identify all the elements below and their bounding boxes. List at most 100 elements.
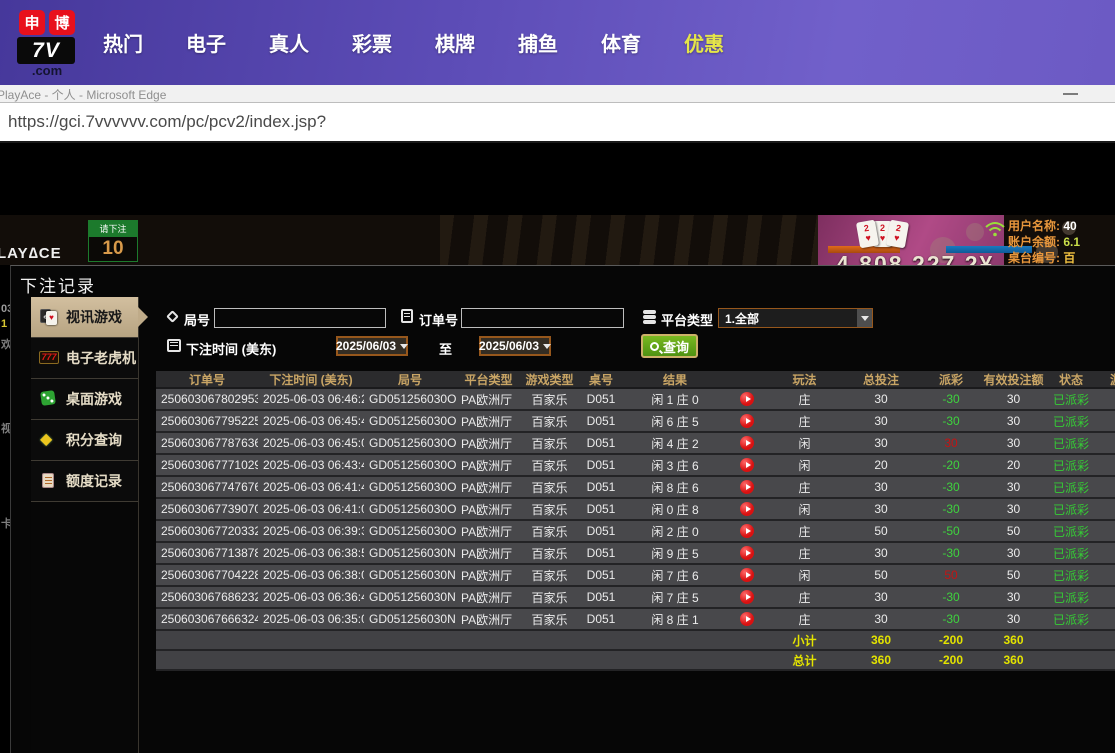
cell-table: D051: [578, 524, 624, 538]
sidebar-item-label: 桌面游戏: [66, 389, 122, 409]
cell-status: 已派彩: [1046, 501, 1096, 518]
url-bar[interactable]: https://gci.7vvvvvv.com/pc/pcv2/index.js…: [0, 103, 1115, 143]
play-video-button[interactable]: [740, 458, 754, 472]
cell-game: 百家乐: [521, 589, 578, 606]
round-input[interactable]: [214, 308, 386, 328]
column-header: 游: [1096, 371, 1115, 388]
cell-platform: PA欧洲厅: [456, 479, 521, 496]
sidebar-item-video-games[interactable]: ♠♥视讯游戏: [31, 297, 138, 338]
bets-table: 订单号下注时间 (美东)局号平台类型游戏类型桌号结果玩法总投注派彩有效投注额状态…: [156, 371, 1115, 671]
nav-item-live[interactable]: 真人: [269, 28, 309, 57]
play-video-button[interactable]: [740, 436, 754, 450]
date-from-value: 2025/06/03: [336, 339, 396, 353]
platform-select[interactable]: 1.全部: [718, 308, 873, 328]
column-header: 玩法: [768, 371, 841, 388]
cell-total-bet: 30: [841, 546, 921, 560]
cell-table: D051: [578, 612, 624, 626]
cell-table: D051: [578, 436, 624, 450]
table-no-value: 百: [1063, 251, 1075, 265]
date-to-select[interactable]: 2025/06/03: [479, 336, 551, 356]
nav-item-fishing[interactable]: 捕鱼: [518, 28, 558, 57]
cell-valid-bet: 30: [981, 436, 1046, 450]
play-icon: [746, 528, 751, 534]
logo-char-1: 申: [19, 10, 45, 35]
filter-row-1: 局号 订单号 平台类型 1.全部: [156, 308, 1111, 330]
nav-item-lottery[interactable]: 彩票: [352, 28, 392, 57]
sidebar: ♠♥视讯游戏777电子老虎机桌面游戏 ◆积分查询额度记录: [31, 297, 139, 753]
play-cell: [726, 612, 768, 627]
sidebar-item-points-query[interactable]: ◆积分查询: [31, 420, 138, 461]
play-cell: [726, 546, 768, 561]
play-video-button[interactable]: [740, 590, 754, 604]
nav-item-slots[interactable]: 电子: [186, 28, 226, 57]
cell-play-method: 庄: [768, 545, 841, 562]
site-logo[interactable]: 申 博 7V .com: [17, 10, 77, 77]
cell-play-method: 闲: [768, 567, 841, 584]
play-video-button[interactable]: [740, 392, 754, 406]
cell-time: 2025-06-03 06:43:45: [258, 458, 364, 472]
cell-round: GD051256030O0: [364, 524, 456, 538]
cell-payout: -30: [921, 590, 981, 604]
clipboard-icon: [401, 309, 413, 323]
cell-total-bet: 30: [841, 436, 921, 450]
cell-game: 百家乐: [521, 523, 578, 540]
sidebar-item-quota-records[interactable]: 额度记录: [31, 461, 138, 502]
cell-platform: PA欧洲厅: [456, 523, 521, 540]
app-window: 申 博 7V .com 热门 电子 真人 彩票 棋牌 捕鱼 体育 优惠 PlayAce - 个…: [0, 0, 1115, 753]
logo-7v: 7V: [17, 37, 75, 64]
nav-item-promo[interactable]: 优惠: [684, 28, 724, 57]
cell-time: 2025-06-03 06:38:57: [258, 546, 364, 560]
play-video-button[interactable]: [740, 480, 754, 494]
cell-payout: 50: [921, 568, 981, 582]
cell-total-bet: 50: [841, 524, 921, 538]
cell-order: 250603067747676: [156, 480, 258, 494]
cell-order: 250603067787636: [156, 436, 258, 450]
play-video-button[interactable]: [740, 502, 754, 516]
cell-total-bet: 30: [841, 502, 921, 516]
cell-play-method: 闲: [768, 501, 841, 518]
play-cell: [726, 458, 768, 473]
bet-countdown: 10: [88, 237, 138, 262]
play-video-button[interactable]: [740, 524, 754, 538]
cell-game: 百家乐: [521, 479, 578, 496]
calendar-icon: [167, 339, 181, 352]
cell-game: 百家乐: [521, 413, 578, 430]
cell-time: 2025-06-03 06:36:40: [258, 590, 364, 604]
query-button[interactable]: 查询: [641, 334, 698, 358]
nav-item-hot[interactable]: 热门: [103, 28, 143, 57]
sidebar-item-slot-machine[interactable]: 777电子老虎机: [31, 338, 138, 379]
cell-round: GD051256030NZ: [364, 546, 456, 560]
minimize-button[interactable]: [1063, 93, 1078, 95]
play-video-button[interactable]: [740, 414, 754, 428]
cell-round: GD051256030OA: [364, 392, 456, 406]
play-video-button[interactable]: [740, 568, 754, 582]
nav-item-sports[interactable]: 体育: [601, 28, 641, 57]
cell-total-bet: 30: [841, 392, 921, 406]
cell-result: 闲 2 庄 0: [624, 523, 726, 540]
cell-order: 250603067802953: [156, 392, 258, 406]
subtotal-row-payout: -200: [921, 633, 981, 647]
date-from-select[interactable]: 2025/06/03: [336, 336, 408, 356]
sidebar-item-table-games[interactable]: 桌面游戏: [31, 379, 138, 420]
cell-platform: PA欧洲厅: [456, 589, 521, 606]
column-header: 结果: [624, 371, 726, 388]
background-text-fragment: 1: [1, 318, 7, 330]
cell-order: 250603067713878: [156, 546, 258, 560]
play-icon: [746, 462, 751, 468]
username-label: 用户名称:: [1008, 219, 1060, 233]
platform-icon: [643, 310, 656, 314]
subtotal-row-valid_bet: 360: [981, 633, 1046, 647]
cell-platform: PA欧洲厅: [456, 413, 521, 430]
play-video-button[interactable]: [740, 546, 754, 560]
order-input[interactable]: [461, 308, 624, 328]
cell-game: 百家乐: [521, 501, 578, 518]
cell-result: 闲 1 庄 0: [624, 391, 726, 408]
play-video-button[interactable]: [740, 612, 754, 626]
cell-round: GD051256030NY: [364, 568, 456, 582]
cell-game: 百家乐: [521, 457, 578, 474]
window-title: PlayAce - 个人 - Microsoft Edge: [0, 86, 166, 103]
bokeh-light: [966, 223, 984, 241]
cell-status: 已派彩: [1046, 413, 1096, 430]
nav-item-board[interactable]: 棋牌: [435, 28, 475, 57]
column-header: 下注时间 (美东): [258, 371, 364, 388]
